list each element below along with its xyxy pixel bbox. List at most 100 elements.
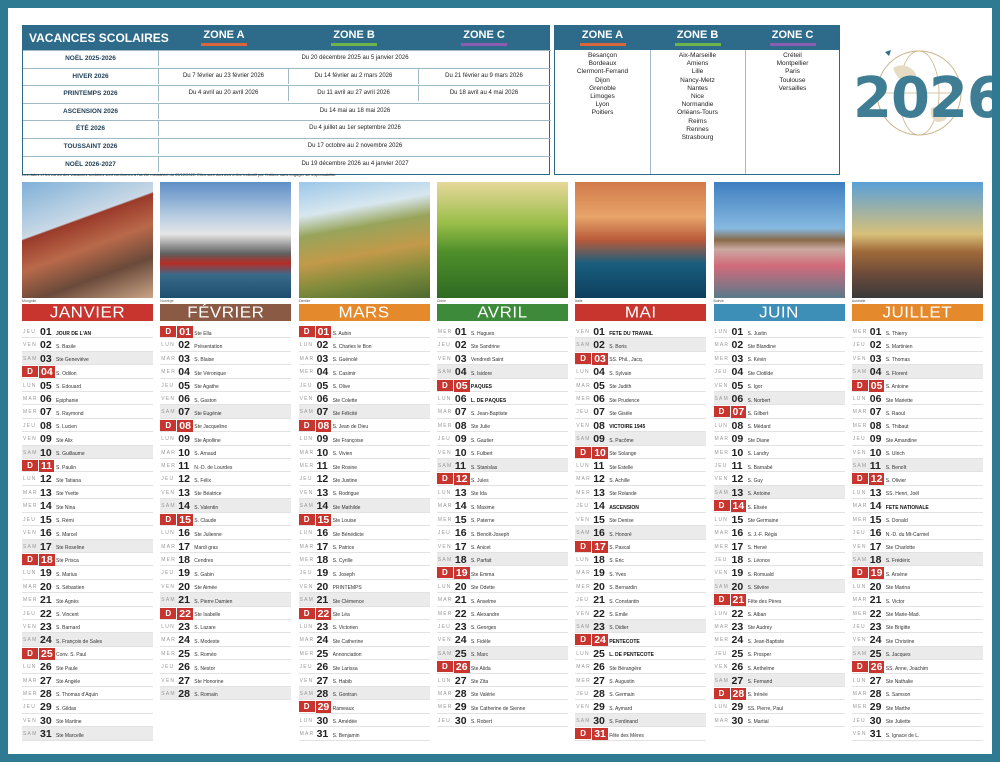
day-row: SAM 18 S. Parfait bbox=[436, 552, 568, 567]
zone-city: Nantes bbox=[687, 84, 708, 92]
weekday: SAM bbox=[161, 597, 176, 604]
day-number: 03 bbox=[40, 352, 52, 365]
weekday: LUN bbox=[161, 342, 175, 349]
saint-name: S. Victor bbox=[885, 598, 905, 605]
day-row: D 01 Ste Ella bbox=[160, 325, 292, 339]
day-row: MAR 16 S. J.-F. Régis bbox=[713, 526, 845, 540]
day-row: JEU 26 S. Nestor bbox=[160, 660, 292, 674]
saint-name: S. Aubin bbox=[332, 330, 352, 337]
weekday: MAR bbox=[576, 570, 591, 577]
saint-name: N.-D. de Lourdes bbox=[194, 464, 233, 471]
day-row: MER 15 S. Paterne bbox=[436, 513, 568, 527]
day-number: 23 bbox=[869, 620, 882, 633]
saint-name: VICTOIRE 1945 bbox=[609, 424, 646, 431]
saint-name: Ste Louise bbox=[332, 518, 357, 525]
saint-name: Ste Yvette bbox=[56, 491, 79, 498]
weekday: D bbox=[160, 419, 177, 431]
weekday: MER bbox=[714, 449, 730, 456]
weekday: D bbox=[160, 513, 177, 525]
saint-name: Ste Ida bbox=[470, 491, 487, 498]
school-holidays-table: VACANCES SCOLAIRES ZONE A ZONE B ZONE C … bbox=[22, 25, 551, 175]
weekday: JEU bbox=[437, 717, 451, 724]
holiday-period-label: TOUSSAINT 2026 bbox=[23, 139, 159, 154]
day-row: SAM 02 S. Boris bbox=[575, 338, 707, 352]
day-row: MAR 05 Ste Judith bbox=[575, 379, 707, 393]
day-number: 08 bbox=[40, 419, 52, 432]
saint-name: S. Guénolé bbox=[332, 357, 358, 364]
day-number: 06 bbox=[869, 393, 882, 406]
weekday: VEN bbox=[437, 355, 452, 362]
month-name-text: JUIN bbox=[759, 303, 799, 322]
day-row: MAR 07 S. Jean-Baptiste bbox=[436, 405, 568, 419]
day-row: VEN 24 S. Fidèle bbox=[436, 633, 568, 647]
saint-name: Ste Alix bbox=[56, 437, 73, 444]
day-number: 05 bbox=[178, 379, 190, 392]
weekday: JEU bbox=[437, 436, 451, 443]
day-row: LUN 16 Ste Julienne bbox=[160, 526, 292, 540]
day-number: 05 bbox=[316, 379, 329, 392]
saint-name: S. Jean de Dieu bbox=[332, 424, 369, 431]
zone-city: Aix-Marseille bbox=[678, 52, 717, 59]
weekday: JEU bbox=[299, 664, 313, 671]
day-row: JEU 28 S. Germain bbox=[575, 687, 707, 701]
saint-name: S. Arnaud bbox=[194, 451, 217, 458]
day-row: VEN 13 Ste Béatrice bbox=[160, 486, 292, 500]
zone-city: Grenoble bbox=[589, 84, 616, 92]
day-number: 18 bbox=[316, 553, 329, 566]
saint-name: S. Gautier bbox=[470, 437, 494, 444]
saint-name: S. Irénée bbox=[747, 692, 768, 699]
weekday: SAM bbox=[852, 556, 868, 563]
saint-name: Ste Ella bbox=[194, 330, 212, 337]
day-row: D 05 S. Antoine bbox=[851, 379, 983, 393]
holiday-row: ÉTÉ 2026 Du 4 juillet au 1er septembre 20… bbox=[23, 120, 551, 137]
day-number: 24 bbox=[40, 634, 52, 647]
day-number: 20 bbox=[178, 580, 190, 593]
weekday: VEN bbox=[852, 449, 867, 456]
weekday: MAR bbox=[437, 409, 453, 416]
saint-name: Ste Agathe bbox=[194, 384, 219, 391]
saint-name: Ste Marie-Mad. bbox=[885, 612, 920, 619]
saint-name: FÊTE NATIONALE bbox=[885, 504, 929, 511]
weekday: JEU bbox=[23, 704, 37, 711]
day-row: LUN 12 Ste Tatiana bbox=[22, 472, 153, 486]
saint-name: Ste Béatrice bbox=[194, 491, 222, 498]
weekday: LUN bbox=[299, 717, 314, 724]
day-row: LUN 30 S. Amédée bbox=[298, 714, 430, 728]
saint-name: S. Ulrich bbox=[885, 451, 905, 458]
day-number: 13 bbox=[593, 486, 605, 499]
day-row: SAM 03 Ste Geneviève bbox=[22, 351, 153, 366]
saint-name: S. Édouard bbox=[56, 384, 82, 391]
weekday: MER bbox=[23, 690, 38, 697]
day-number: 11 bbox=[454, 460, 466, 473]
weekday: LUN bbox=[299, 530, 314, 537]
weekday: JEU bbox=[852, 530, 866, 537]
weekday: MER bbox=[576, 583, 591, 590]
saint-name: S. Olive bbox=[332, 384, 351, 391]
saint-name: Ste Sandrine bbox=[470, 343, 500, 350]
day-number: 13 bbox=[40, 486, 52, 499]
day-row: D 05 PÂQUES bbox=[436, 379, 568, 393]
zone-city: Nancy-Metz bbox=[680, 76, 715, 84]
day-number: 16 bbox=[454, 527, 467, 540]
day-row: D 14 S. Élisée bbox=[713, 499, 845, 513]
day-row: LUN 23 S. Victorien bbox=[298, 620, 430, 634]
saint-name: S. Vincent bbox=[56, 612, 79, 619]
day-number: 21 bbox=[869, 594, 882, 607]
saint-name: PÂQUES bbox=[470, 384, 493, 391]
saint-name: S. Benoît bbox=[885, 464, 907, 471]
day-row: MER 03 S. Kévin bbox=[713, 352, 845, 366]
weekday: SAM bbox=[714, 396, 729, 403]
saint-name: Ste Blandine bbox=[747, 343, 776, 350]
day-number: 30 bbox=[593, 714, 605, 727]
day-row: VEN 05 S. Igor bbox=[713, 379, 845, 393]
day-row: LUN 04 S. Sylvain bbox=[575, 365, 707, 379]
saint-name: Épiphanie bbox=[56, 397, 79, 404]
saint-name: S. Sébastien bbox=[56, 585, 85, 592]
day-number: 29 bbox=[731, 701, 744, 714]
weekday: LUN bbox=[299, 623, 314, 630]
day-number: 14 bbox=[593, 500, 605, 513]
saint-name: S. Cyrille bbox=[332, 558, 353, 565]
day-number: 21 bbox=[454, 594, 467, 607]
day-row: SAM 16 S. Honoré bbox=[575, 526, 707, 540]
day-number: 29 bbox=[315, 701, 332, 714]
